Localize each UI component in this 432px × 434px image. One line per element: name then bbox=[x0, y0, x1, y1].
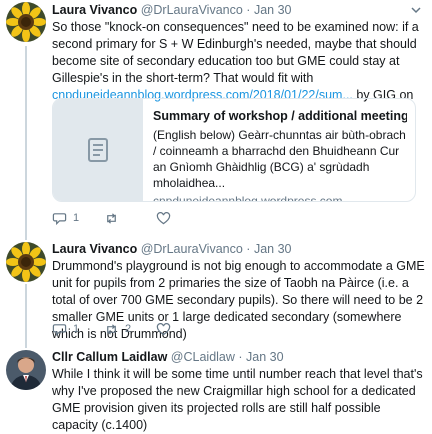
separator: · bbox=[246, 242, 251, 256]
thread-line bbox=[25, 46, 27, 232]
handle[interactable]: @DrLauraVivanco bbox=[141, 3, 243, 17]
thread-line bbox=[25, 284, 27, 342]
tweet-actions: 1 bbox=[52, 209, 208, 227]
heart-icon bbox=[156, 211, 171, 224]
sunflower-avatar-icon bbox=[6, 2, 46, 42]
tweet-actions: 1 2 bbox=[52, 320, 208, 338]
display-name[interactable]: Laura Vivanco bbox=[52, 242, 137, 256]
handle[interactable]: @CLaidlaw bbox=[171, 350, 235, 364]
timestamp[interactable]: Jan 30 bbox=[254, 3, 292, 17]
retweet-button[interactable]: 2 bbox=[104, 322, 156, 337]
reply-count: 1 bbox=[73, 212, 80, 224]
tweet-header: Laura Vivanco @DrLauraVivanco · Jan 30 bbox=[52, 3, 426, 18]
tweet-header: Cllr Callum Laidlaw @CLaidlaw · Jan 30 bbox=[52, 350, 426, 365]
timestamp[interactable]: Jan 30 bbox=[246, 350, 284, 364]
tweet-header: Laura Vivanco @DrLauraVivanco · Jan 30 bbox=[52, 242, 426, 257]
retweet-icon bbox=[107, 212, 116, 224]
document-icon bbox=[88, 138, 108, 162]
avatar[interactable] bbox=[6, 2, 46, 42]
tweet-text: While I think it will be some time until… bbox=[52, 367, 423, 432]
reply-button[interactable]: 1 bbox=[52, 211, 104, 226]
tweet[interactable]: Cllr Callum Laidlaw @CLaidlaw · Jan 30 W… bbox=[0, 342, 432, 432]
card-title: Summary of workshop / additional meeting… bbox=[153, 109, 407, 123]
separator: · bbox=[238, 350, 243, 364]
heart-icon bbox=[156, 322, 171, 335]
thread-line bbox=[25, 232, 27, 240]
retweet-button[interactable] bbox=[104, 211, 156, 226]
tweet-text-part: So those "knock-on consequences" need to… bbox=[52, 20, 419, 85]
thread-line bbox=[25, 342, 27, 348]
tweet[interactable]: Laura Vivanco @DrLauraVivanco · Jan 30 D… bbox=[0, 232, 432, 342]
avatar[interactable] bbox=[6, 242, 46, 282]
retweet-count: 2 bbox=[125, 323, 132, 335]
link-card[interactable]: Summary of workshop / additional meeting… bbox=[52, 98, 416, 202]
chevron-down-icon[interactable] bbox=[410, 5, 422, 15]
display-name[interactable]: Laura Vivanco bbox=[52, 3, 137, 17]
display-name[interactable]: Cllr Callum Laidlaw bbox=[52, 350, 167, 364]
retweet-icon bbox=[107, 323, 116, 335]
handle[interactable]: @DrLauraVivanco bbox=[141, 242, 243, 256]
timestamp[interactable]: Jan 30 bbox=[254, 242, 292, 256]
person-avatar-icon bbox=[6, 350, 46, 390]
card-thumbnail bbox=[53, 99, 143, 201]
avatar[interactable] bbox=[6, 350, 46, 390]
reply-icon bbox=[52, 323, 67, 336]
like-button[interactable] bbox=[156, 322, 208, 337]
reply-button[interactable]: 1 bbox=[52, 322, 104, 337]
card-domain: cnpduneideannblog.wordpress.com bbox=[153, 194, 343, 202]
tweet[interactable]: Laura Vivanco @DrLauraVivanco · Jan 30 S… bbox=[0, 0, 432, 232]
reply-icon bbox=[52, 212, 67, 225]
reply-count: 1 bbox=[73, 323, 80, 335]
sunflower-avatar-icon bbox=[6, 242, 46, 282]
card-description: (English below) Geàrr-chunntas air bùth-… bbox=[153, 128, 406, 190]
like-button[interactable] bbox=[156, 211, 208, 226]
separator: · bbox=[246, 3, 251, 17]
